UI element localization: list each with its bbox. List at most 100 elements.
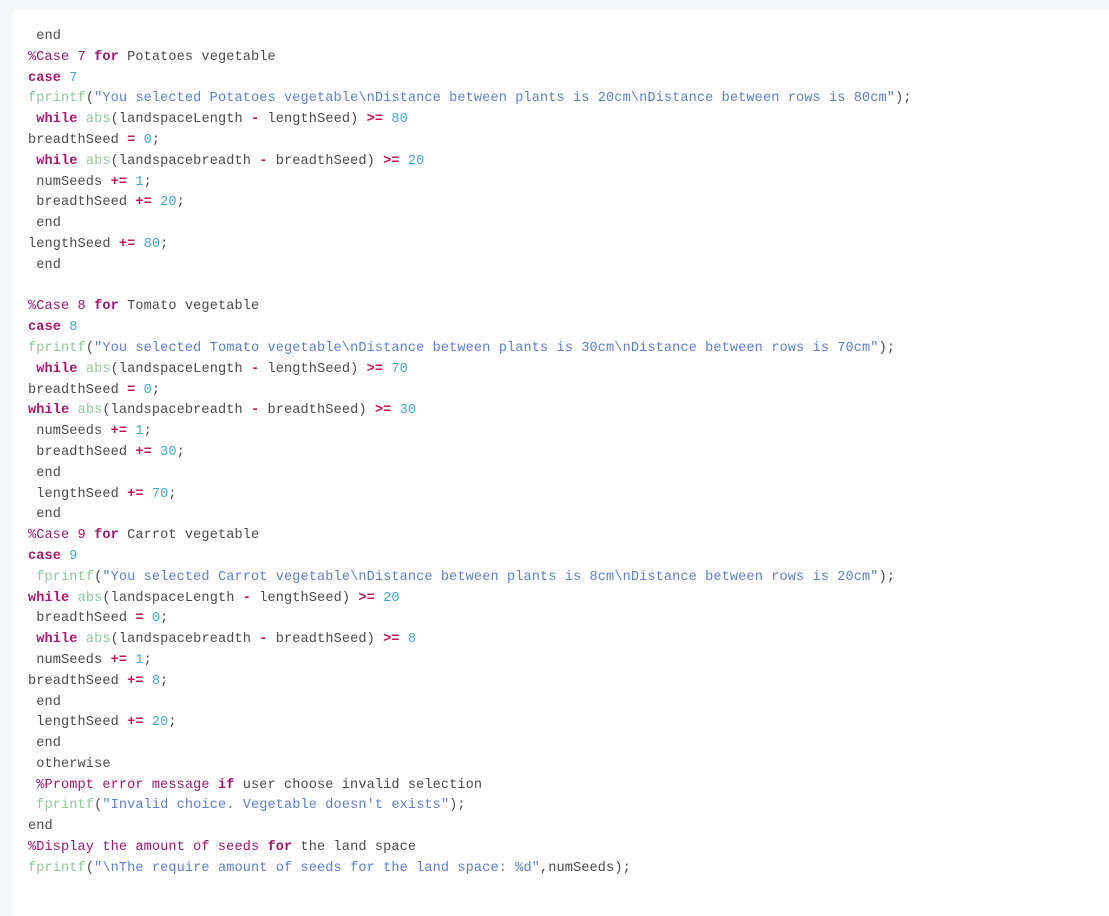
code-line[interactable]: fprintf("You selected Carrot vegetable\n… (28, 568, 1109, 589)
code-token-op: - (259, 632, 268, 648)
code-line[interactable]: breadthSeed += 8; (28, 672, 1109, 693)
code-token-plain: breadthSeed (28, 382, 128, 398)
code-token-comment-kw: for (94, 528, 119, 544)
code-line[interactable]: end (28, 734, 1109, 755)
code-token-plain: (landspaceLength (110, 112, 251, 128)
code-token-fn: fprintf (28, 340, 86, 356)
code-token-plain: ; (160, 611, 169, 627)
code-line[interactable]: while abs(landspacebreadth - breadthSeed… (28, 630, 1109, 651)
code-token-plain: ( (85, 91, 95, 107)
code-token-num: 8 (151, 673, 161, 689)
code-line[interactable]: while abs(landspaceLength - lengthSeed) … (28, 360, 1109, 381)
code-token-plain: end (28, 465, 62, 481)
code-line[interactable]: numSeeds += 1; (28, 173, 1109, 194)
code-token-plain: numSeeds (28, 652, 111, 668)
code-line[interactable]: %Display the amount of seeds for the lan… (28, 838, 1109, 859)
code-line[interactable]: fprintf("You selected Potatoes vegetable… (28, 89, 1109, 110)
code-token-num: 8 (407, 632, 417, 648)
code-line[interactable]: while abs(landspaceLength - lengthSeed) … (28, 589, 1109, 610)
code-token-plain: end (28, 29, 62, 44)
code-token-op: - (259, 153, 268, 169)
code-line[interactable]: breadthSeed = 0; (28, 609, 1109, 630)
code-token-op: += (110, 174, 128, 190)
code-line[interactable]: end (28, 27, 1109, 48)
code-token-op: += (118, 236, 136, 252)
code-token-op: += (127, 673, 144, 689)
code-token-plain: ; (143, 652, 152, 668)
code-line[interactable]: breadthSeed += 30; (28, 443, 1109, 464)
code-token-kw: while (36, 112, 78, 128)
code-line[interactable]: %Prompt error message if user choose inv… (28, 776, 1109, 797)
code-line[interactable]: end (28, 214, 1109, 235)
code-line[interactable]: lengthSeed += 80; (28, 235, 1109, 256)
code-line[interactable]: breadthSeed += 20; (28, 193, 1109, 214)
code-token-plain: end (28, 507, 62, 523)
code-token-comment: %Case (28, 49, 78, 65)
code-editor-panel[interactable]: end %Case 7 for Potatoes vegetable case 7f… (13, 10, 1109, 916)
code-line[interactable]: case 8 (28, 318, 1109, 339)
code-line[interactable]: %Case 7 for Potatoes vegetable (28, 48, 1109, 69)
code-token-plain: end (28, 819, 53, 835)
code-token-kw: while (28, 590, 70, 606)
code-token-op: += (110, 424, 128, 440)
code-token-num: 7 (69, 70, 78, 86)
code-line[interactable]: ​ (28, 277, 1109, 298)
code-token-plain: ); (878, 569, 896, 585)
code-token-comment-kw: for (94, 49, 119, 65)
code-listing[interactable]: end %Case 7 for Potatoes vegetable case 7f… (13, 10, 1109, 880)
code-line[interactable]: fprintf("\nThe require amount of seeds f… (28, 859, 1109, 880)
code-token-fn: abs (85, 632, 111, 648)
code-token-str: "\nThe require amount of seeds for the l… (94, 860, 540, 876)
code-line[interactable]: numSeeds += 1; (28, 422, 1109, 443)
code-token-op: += (135, 195, 152, 211)
code-line[interactable]: while abs(landspacebreadth - breadthSeed… (28, 152, 1109, 173)
code-line[interactable]: lengthSeed += 20; (28, 713, 1109, 734)
code-token-str: "You selected Potatoes vegetable\nDistan… (94, 91, 896, 107)
code-token-kw: case (28, 548, 62, 564)
code-token-plain: Tomato vegetable (118, 299, 260, 315)
code-line[interactable]: otherwise (28, 755, 1109, 776)
code-line[interactable]: end (28, 256, 1109, 277)
code-token-plain: otherwise (28, 756, 111, 772)
code-line[interactable]: lengthSeed += 70; (28, 485, 1109, 506)
code-line[interactable]: numSeeds += 1; (28, 651, 1109, 672)
code-line[interactable]: end (28, 693, 1109, 714)
code-token-fn: abs (77, 403, 103, 419)
code-line[interactable]: fprintf("Invalid choice. Vegetable doesn… (28, 796, 1109, 817)
code-line[interactable]: end (28, 505, 1109, 526)
code-token-plain: breadthSeed (28, 611, 136, 627)
code-token-plain: (landspacebreadth (110, 153, 260, 169)
code-line[interactable]: %Case 9 for Carrot vegetable (28, 526, 1109, 547)
code-token-op: += (127, 715, 144, 731)
code-token-plain: Carrot vegetable (118, 528, 260, 544)
code-line[interactable]: while abs(landspacebreadth - breadthSeed… (28, 401, 1109, 422)
code-token-plain: lengthSeed) (259, 112, 367, 128)
code-token-num: 70 (151, 486, 169, 502)
code-token-op: >= (383, 632, 400, 648)
code-line[interactable]: end (28, 817, 1109, 838)
code-token-fn: abs (85, 153, 111, 169)
code-token-plain: end (28, 736, 62, 752)
code-line[interactable]: end (28, 464, 1109, 485)
code-line[interactable]: case 9 (28, 547, 1109, 568)
code-token-plain: breadthSeed (28, 444, 136, 460)
code-token-op: >= (358, 590, 375, 606)
code-line[interactable]: %Case 8 for Tomato vegetable (28, 297, 1109, 318)
code-line[interactable]: case 7 (28, 69, 1109, 90)
code-line[interactable]: while abs(landspaceLength - lengthSeed) … (28, 110, 1109, 131)
code-token-str: "You selected Carrot vegetable\nDistance… (102, 569, 879, 585)
code-line[interactable]: breadthSeed = 0; (28, 131, 1109, 152)
code-token-op: += (135, 444, 152, 460)
code-token-plain: ( (85, 860, 95, 876)
code-token-plain: ; (151, 382, 161, 398)
code-line[interactable]: breadthSeed = 0; (28, 381, 1109, 402)
code-line[interactable]: fprintf("You selected Tomato vegetable\n… (28, 339, 1109, 360)
